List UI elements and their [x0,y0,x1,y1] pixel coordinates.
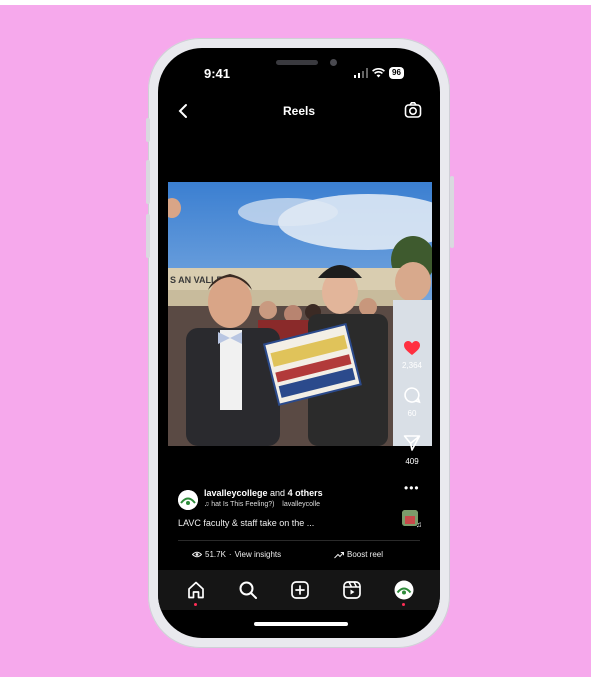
view-insights-button[interactable]: 51.7K · View insights [192,550,281,559]
heart-icon[interactable] [403,340,421,356]
bottom-tab-bar [158,570,440,610]
audio-song: hat Is This Feeling?) [211,501,275,508]
tab-reels[interactable] [342,580,362,600]
page-title: Reels [282,104,316,118]
wifi-icon [372,68,385,78]
view-insights-label: View insights [234,550,282,559]
eye-icon [192,551,202,558]
profile-avatar [394,580,414,600]
audio-info[interactable]: ♫ hat Is This Feeling?) lavalleycolle [204,501,320,508]
tab-search[interactable] [238,580,258,600]
share-action[interactable]: 409 [390,434,434,466]
camera-icon[interactable] [404,101,422,119]
side-button-left-3 [146,214,150,258]
comment-action[interactable]: 60 [390,386,434,418]
like-action[interactable]: 2,364 [390,340,434,370]
status-icons: 96 [354,66,404,80]
signal-icon [354,68,368,78]
trend-arrow-icon [334,551,344,558]
boost-reel-button[interactable]: Boost reel [334,550,383,559]
frame-edge-right [591,0,597,677]
speaker [276,60,318,65]
profile-notification-dot [402,603,405,606]
home-icon [188,581,204,599]
divider [178,540,420,541]
share-count: 409 [405,457,419,466]
caption-authors[interactable]: lavalleycollege and 4 others [204,488,323,498]
status-time: 9:41 [204,66,231,81]
audio-artist: lavalleycolle [282,501,321,508]
tab-profile[interactable] [394,580,414,606]
music-note-icon: ♫ [204,501,210,508]
frame-edge-top [0,0,597,5]
comment-icon[interactable] [403,386,421,404]
battery-indicator: 96 [389,67,404,79]
side-button-left-2 [146,160,150,204]
author-avatar[interactable] [178,490,198,510]
create-icon [291,581,309,599]
tab-create[interactable] [290,580,310,600]
boost-label: Boost reel [347,550,384,559]
search-icon [239,581,257,599]
more-options-icon[interactable]: ••• [404,481,420,495]
audio-note-icon: ♫ [416,520,422,529]
caption-text[interactable]: LAVC faculty & staff take on the ... [178,518,314,528]
side-button-right [450,176,454,248]
insights-separator: · [228,550,232,559]
phone-screen: 9:41 96 Reels S AN VALLEY 2,364 60 409 l… [158,48,440,638]
side-button-left-1 [146,118,150,142]
like-count: 2,364 [401,361,423,370]
author-username[interactable]: lavalleycollege [204,488,268,498]
reels-icon [343,581,361,599]
comment-count: 60 [407,409,417,418]
view-count: 51.7K [205,550,226,559]
home-indicator [254,622,348,626]
share-icon[interactable] [403,434,421,452]
home-notification-dot [194,603,197,606]
coauthors-link[interactable]: 4 others [288,488,323,498]
author-connector: and [267,488,288,498]
tab-home[interactable] [186,580,206,606]
front-camera [330,59,337,66]
